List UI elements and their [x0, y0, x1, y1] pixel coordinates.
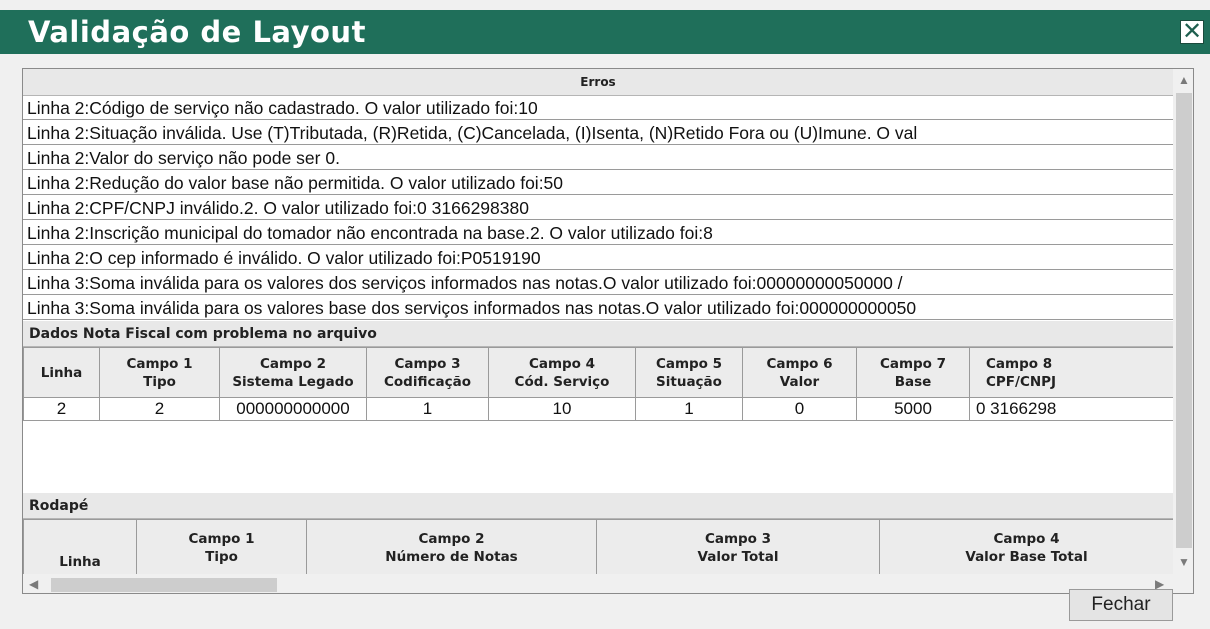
error-row: Linha 2:Situação inválida. Use (T)Tribut… [23, 121, 1173, 145]
nota-fiscal-table: Linha Campo 1 Tipo Campo 2 Sistema Legado … [23, 347, 1173, 421]
rodape-section-title: Rodapé [23, 493, 1173, 519]
col-header-campo-6: Campo 6 Valor [742, 347, 857, 398]
title-bar: Validação de Layout [0, 10, 1210, 54]
col-header-campo-3: Campo 3 Valor Total [596, 519, 880, 576]
col-header-campo-8: Campo 8 CPF/CNPJ [969, 347, 1173, 398]
rodape-table: Linha Campo 1 Tipo Campo 2 Número de Notas… [23, 519, 1173, 576]
col-header-campo-2: Campo 2 Número de Notas [306, 519, 597, 576]
cell-cpf-cnpj: 0 3166298 [969, 397, 1173, 421]
col-header-campo-1: Campo 1 Tipo [136, 519, 307, 576]
error-row: Linha 3:Soma inválida para os valores ba… [23, 296, 1173, 320]
cell-base: 5000 [856, 397, 970, 421]
cell-codificacao: 1 [366, 397, 489, 421]
error-row: Linha 2:CPF/CNPJ inválido.2. O valor uti… [23, 196, 1173, 220]
horizontal-scroll-thumb[interactable] [51, 578, 277, 592]
col-header-linha: Linha [23, 347, 100, 398]
scroll-up-icon[interactable]: ▲ [1178, 73, 1190, 87]
cell-cod-servico: 10 [488, 397, 636, 421]
col-header-campo-1: Campo 1 Tipo [99, 347, 220, 398]
col-header-campo-4: Campo 4 Valor Base Total [879, 519, 1173, 576]
error-row: Linha 2:Inscrição municipal do tomador n… [23, 221, 1173, 245]
vertical-scrollbar[interactable]: ▲ ▼ [1173, 69, 1193, 574]
errors-header: Erros [23, 69, 1173, 96]
results-panel: Erros Linha 2:Código de serviço não cada… [22, 68, 1194, 594]
nota-fiscal-section-title: Dados Nota Fiscal com problema no arquiv… [23, 321, 1173, 347]
results-content: Erros Linha 2:Código de serviço não cada… [23, 69, 1173, 583]
error-row: Linha 3:Soma inválida para os valores do… [23, 271, 1173, 295]
cell-valor: 0 [742, 397, 857, 421]
col-header-campo-5: Campo 5 Situação [635, 347, 743, 398]
scroll-down-icon[interactable]: ▼ [1178, 555, 1190, 569]
error-row: Linha 2:Valor do serviço não pode ser 0. [23, 146, 1173, 170]
col-header-campo-2: Campo 2 Sistema Legado [219, 347, 367, 398]
col-header-campo-7: Campo 7 Base [856, 347, 970, 398]
scroll-left-icon[interactable]: ◀ [29, 577, 38, 591]
table-row: 2 2 000000000000 1 10 1 0 5000 0 3166298 [23, 397, 1173, 421]
cell-linha: 2 [23, 397, 100, 421]
error-row: Linha 2:O cep informado é inválido. O va… [23, 246, 1173, 270]
error-row: Linha 2:Código de serviço não cadastrado… [23, 96, 1173, 120]
horizontal-scrollbar[interactable]: ◀ ▶ [23, 574, 1193, 593]
close-button[interactable]: Fechar [1069, 589, 1173, 621]
col-header-campo-4: Campo 4 Cód. Serviço [488, 347, 636, 398]
error-row: Linha 2:Redução do valor base não permit… [23, 171, 1173, 195]
cell-situacao: 1 [635, 397, 743, 421]
cell-tipo: 2 [99, 397, 220, 421]
cell-sistema-legado: 000000000000 [219, 397, 367, 421]
dialog-title: Validação de Layout [28, 15, 366, 49]
vertical-scroll-thumb[interactable] [1176, 93, 1192, 548]
col-header-linha: Linha [23, 519, 137, 576]
col-header-campo-3: Campo 3 Codificação [366, 347, 489, 398]
close-icon[interactable]: ✕ [1180, 19, 1204, 44]
validation-dialog: Validação de Layout ✕ Erros Linha 2:Códi… [0, 0, 1210, 629]
